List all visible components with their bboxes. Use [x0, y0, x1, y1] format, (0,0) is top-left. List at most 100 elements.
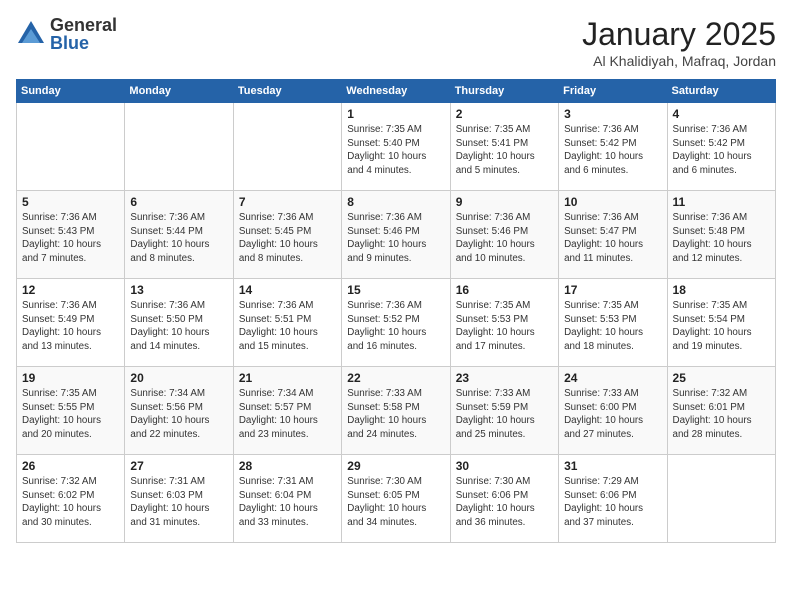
- calendar-cell: 20Sunrise: 7:34 AM Sunset: 5:56 PM Dayli…: [125, 367, 233, 455]
- calendar-cell: 14 Sunrise: 7:36 AM Sunset: 5:51 PM Dayli…: [233, 279, 341, 367]
- weekday-header-tuesday: Tuesday: [233, 80, 341, 103]
- week-row-2: 5 Sunrise: 7:36 AM Sunset: 5:43 PM Daylig…: [17, 191, 776, 279]
- calendar: SundayMondayTuesdayWednesdayThursdayFrid…: [16, 79, 776, 543]
- day-number: 2: [456, 107, 553, 121]
- day-number: 4: [673, 107, 770, 121]
- day-info: Sunrise: 7:33 AM Sunset: 6:00 PM Dayligh…: [564, 387, 661, 442]
- day-number: 5: [22, 195, 119, 209]
- calendar-cell: [233, 103, 341, 191]
- calendar-cell: 26 Sunrise: 7:32 AM Sunset: 6:02 PM Dayli…: [17, 455, 125, 543]
- day-info: Sunrise: 7:34 AM Sunset: 5:57 PM Dayligh…: [239, 387, 336, 442]
- calendar-cell: 18 Sunrise: 7:35 AM Sunset: 5:54 PM Dayli…: [667, 279, 775, 367]
- day-number: 29: [347, 459, 444, 473]
- logo-blue: Blue: [50, 34, 117, 52]
- weekday-header-monday: Monday: [125, 80, 233, 103]
- weekday-header-saturday: Saturday: [667, 80, 775, 103]
- day-info: Sunrise: 7:35 AM Sunset: 5:53 PM Dayligh…: [564, 299, 661, 354]
- calendar-cell: 19Sunrise: 7:35 AM Sunset: 5:55 PM Dayli…: [17, 367, 125, 455]
- day-info: Sunrise: 7:36 AM Sunset: 5:48 PM Dayligh…: [673, 211, 770, 266]
- day-info: Sunrise: 7:30 AM Sunset: 6:06 PM Dayligh…: [456, 475, 553, 530]
- day-info: Sunrise: 7:31 AM Sunset: 6:03 PM Dayligh…: [130, 475, 227, 530]
- calendar-cell: 29 Sunrise: 7:30 AM Sunset: 6:05 PM Dayli…: [342, 455, 450, 543]
- logo-icon: [16, 19, 46, 49]
- day-number: 13: [130, 283, 227, 297]
- day-info: Sunrise: 7:29 AM Sunset: 6:06 PM Dayligh…: [564, 475, 661, 530]
- week-row-4: 19Sunrise: 7:35 AM Sunset: 5:55 PM Dayli…: [17, 367, 776, 455]
- day-info: Sunrise: 7:32 AM Sunset: 6:01 PM Dayligh…: [673, 387, 770, 442]
- day-info: Sunrise: 7:33 AM Sunset: 5:59 PM Dayligh…: [456, 387, 553, 442]
- calendar-cell: [17, 103, 125, 191]
- calendar-cell: 7Sunrise: 7:36 AM Sunset: 5:45 PM Daylig…: [233, 191, 341, 279]
- day-number: 21: [239, 371, 336, 385]
- day-number: 14: [239, 283, 336, 297]
- day-number: 27: [130, 459, 227, 473]
- calendar-cell: 21 Sunrise: 7:34 AM Sunset: 5:57 PM Dayli…: [233, 367, 341, 455]
- day-info: Sunrise: 7:36 AM Sunset: 5:51 PM Dayligh…: [239, 299, 336, 354]
- day-info: Sunrise: 7:36 AM Sunset: 5:49 PM Dayligh…: [22, 299, 119, 354]
- day-info: Sunrise: 7:32 AM Sunset: 6:02 PM Dayligh…: [22, 475, 119, 530]
- day-number: 8: [347, 195, 444, 209]
- day-number: 28: [239, 459, 336, 473]
- week-row-1: 1Sunrise: 7:35 AM Sunset: 5:40 PM Daylig…: [17, 103, 776, 191]
- day-number: 17: [564, 283, 661, 297]
- day-number: 12: [22, 283, 119, 297]
- day-info: Sunrise: 7:35 AM Sunset: 5:55 PM Dayligh…: [22, 387, 119, 442]
- day-info: Sunrise: 7:35 AM Sunset: 5:41 PM Dayligh…: [456, 123, 553, 178]
- day-info: Sunrise: 7:36 AM Sunset: 5:47 PM Dayligh…: [564, 211, 661, 266]
- calendar-cell: 2 Sunrise: 7:35 AM Sunset: 5:41 PM Daylig…: [450, 103, 558, 191]
- day-info: Sunrise: 7:36 AM Sunset: 5:44 PM Dayligh…: [130, 211, 227, 266]
- logo: General Blue: [16, 16, 117, 52]
- day-number: 31: [564, 459, 661, 473]
- day-info: Sunrise: 7:36 AM Sunset: 5:42 PM Dayligh…: [564, 123, 661, 178]
- calendar-cell: 11Sunrise: 7:36 AM Sunset: 5:48 PM Dayli…: [667, 191, 775, 279]
- calendar-cell: 13 Sunrise: 7:36 AM Sunset: 5:50 PM Dayli…: [125, 279, 233, 367]
- day-info: Sunrise: 7:30 AM Sunset: 6:05 PM Dayligh…: [347, 475, 444, 530]
- day-info: Sunrise: 7:36 AM Sunset: 5:46 PM Dayligh…: [456, 211, 553, 266]
- day-info: Sunrise: 7:36 AM Sunset: 5:42 PM Dayligh…: [673, 123, 770, 178]
- day-info: Sunrise: 7:31 AM Sunset: 6:04 PM Dayligh…: [239, 475, 336, 530]
- calendar-cell: 1Sunrise: 7:35 AM Sunset: 5:40 PM Daylig…: [342, 103, 450, 191]
- calendar-cell: 4 Sunrise: 7:36 AM Sunset: 5:42 PM Daylig…: [667, 103, 775, 191]
- day-info: Sunrise: 7:36 AM Sunset: 5:50 PM Dayligh…: [130, 299, 227, 354]
- week-row-5: 26 Sunrise: 7:32 AM Sunset: 6:02 PM Dayli…: [17, 455, 776, 543]
- day-info: Sunrise: 7:35 AM Sunset: 5:40 PM Dayligh…: [347, 123, 444, 178]
- calendar-cell: 31 Sunrise: 7:29 AM Sunset: 6:06 PM Dayli…: [559, 455, 667, 543]
- calendar-cell: 8 Sunrise: 7:36 AM Sunset: 5:46 PM Daylig…: [342, 191, 450, 279]
- day-info: Sunrise: 7:35 AM Sunset: 5:53 PM Dayligh…: [456, 299, 553, 354]
- weekday-header-thursday: Thursday: [450, 80, 558, 103]
- day-number: 16: [456, 283, 553, 297]
- calendar-cell: 12 Sunrise: 7:36 AM Sunset: 5:49 PM Dayli…: [17, 279, 125, 367]
- page-header: General Blue January 2025 Al Khalidiyah,…: [16, 16, 776, 69]
- day-number: 18: [673, 283, 770, 297]
- logo-text: General Blue: [50, 16, 117, 52]
- day-info: Sunrise: 7:36 AM Sunset: 5:46 PM Dayligh…: [347, 211, 444, 266]
- weekday-header-friday: Friday: [559, 80, 667, 103]
- day-number: 23: [456, 371, 553, 385]
- month-title: January 2025: [582, 16, 776, 53]
- calendar-cell: 22Sunrise: 7:33 AM Sunset: 5:58 PM Dayli…: [342, 367, 450, 455]
- day-info: Sunrise: 7:36 AM Sunset: 5:43 PM Dayligh…: [22, 211, 119, 266]
- calendar-cell: 15 Sunrise: 7:36 AM Sunset: 5:52 PM Dayli…: [342, 279, 450, 367]
- calendar-cell: [125, 103, 233, 191]
- calendar-cell: 24Sunrise: 7:33 AM Sunset: 6:00 PM Dayli…: [559, 367, 667, 455]
- day-number: 20: [130, 371, 227, 385]
- calendar-cell: 30 Sunrise: 7:30 AM Sunset: 6:06 PM Dayli…: [450, 455, 558, 543]
- calendar-cell: 17 Sunrise: 7:35 AM Sunset: 5:53 PM Dayli…: [559, 279, 667, 367]
- day-number: 30: [456, 459, 553, 473]
- calendar-cell: 6Sunrise: 7:36 AM Sunset: 5:44 PM Daylig…: [125, 191, 233, 279]
- calendar-cell: 10 Sunrise: 7:36 AM Sunset: 5:47 PM Dayli…: [559, 191, 667, 279]
- day-number: 3: [564, 107, 661, 121]
- calendar-cell: 25Sunrise: 7:32 AM Sunset: 6:01 PM Dayli…: [667, 367, 775, 455]
- day-number: 10: [564, 195, 661, 209]
- day-number: 15: [347, 283, 444, 297]
- day-info: Sunrise: 7:36 AM Sunset: 5:45 PM Dayligh…: [239, 211, 336, 266]
- calendar-cell: 3 Sunrise: 7:36 AM Sunset: 5:42 PM Daylig…: [559, 103, 667, 191]
- weekday-header-sunday: Sunday: [17, 80, 125, 103]
- day-info: Sunrise: 7:35 AM Sunset: 5:54 PM Dayligh…: [673, 299, 770, 354]
- day-number: 22: [347, 371, 444, 385]
- calendar-cell: 9Sunrise: 7:36 AM Sunset: 5:46 PM Daylig…: [450, 191, 558, 279]
- day-info: Sunrise: 7:36 AM Sunset: 5:52 PM Dayligh…: [347, 299, 444, 354]
- calendar-cell: 16 Sunrise: 7:35 AM Sunset: 5:53 PM Dayli…: [450, 279, 558, 367]
- week-row-3: 12 Sunrise: 7:36 AM Sunset: 5:49 PM Dayli…: [17, 279, 776, 367]
- day-number: 26: [22, 459, 119, 473]
